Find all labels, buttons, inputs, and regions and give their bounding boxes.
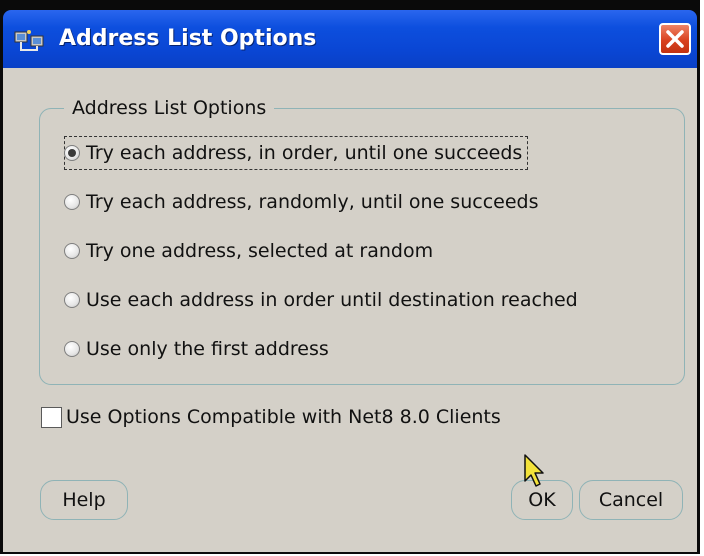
option-first-only[interactable]: Use only the first address [64,332,329,366]
option-randomly[interactable]: Try each address, randomly, until one su… [64,185,538,219]
dialog-body: Address List Options Try each address, i… [3,68,697,552]
option-label: Use each address in order until destinat… [86,289,578,311]
address-list-options-group: Address List Options Try each address, i… [39,94,685,385]
option-one-random[interactable]: Try one address, selected at random [64,234,433,268]
close-icon [666,30,684,48]
help-button[interactable]: Help [40,480,128,520]
option-label: Try each address, in order, until one su… [86,142,523,164]
dialog-window: Address List Options Address List Option… [0,0,700,554]
option-until-destination[interactable]: Use each address in order until destinat… [64,283,578,317]
option-label: Try each address, randomly, until one su… [86,191,539,213]
close-button[interactable] [659,23,691,55]
app-icon [14,30,44,51]
compat-checkbox[interactable] [41,406,62,428]
title-bar[interactable]: Address List Options [3,10,697,68]
mouse-cursor-icon [524,454,544,487]
radio-icon[interactable] [64,145,80,161]
cancel-button[interactable]: Cancel [579,480,683,520]
compat-checkbox-label: Use Options Compatible with Net8 8.0 Cli… [66,406,501,428]
radio-icon[interactable] [64,243,80,259]
option-label: Use only the first address [86,338,329,360]
radio-icon[interactable] [64,341,80,357]
compat-checkbox-row[interactable]: Use Options Compatible with Net8 8.0 Cli… [41,402,501,432]
radio-icon[interactable] [64,292,80,308]
window-title: Address List Options [59,26,317,51]
option-label: Try one address, selected at random [86,240,434,262]
radio-icon[interactable] [64,194,80,210]
group-legend: Address List Options [64,94,275,122]
option-in-order[interactable]: Try each address, in order, until one su… [64,136,529,170]
